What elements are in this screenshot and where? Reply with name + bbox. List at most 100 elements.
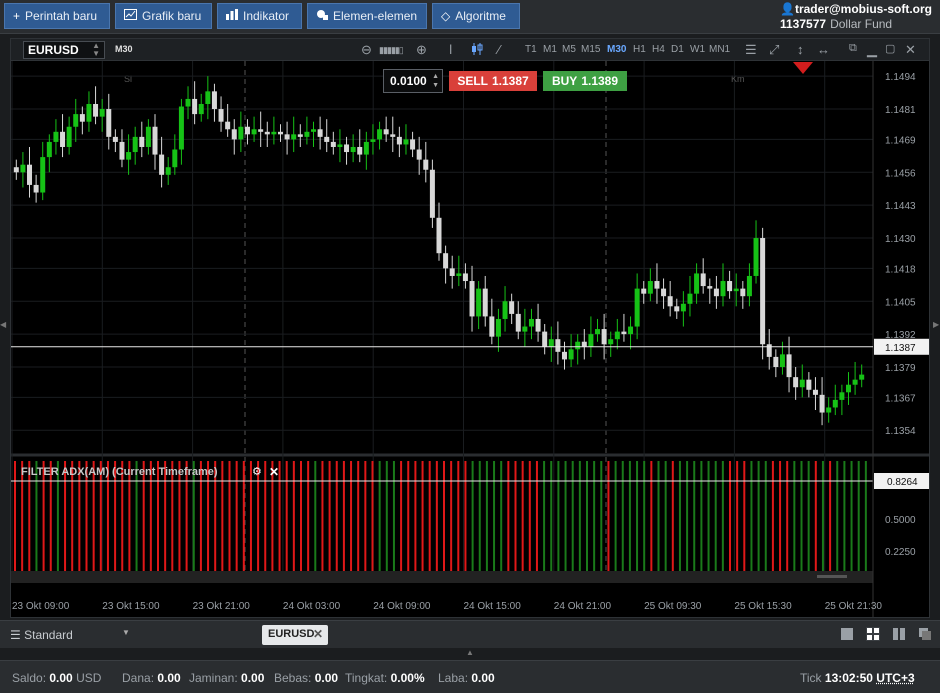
candle-body bbox=[773, 356, 779, 368]
candle-body bbox=[581, 341, 587, 347]
maximize-icon[interactable]: ▢ bbox=[885, 42, 895, 55]
new-chart-button[interactable]: Grafik baru bbox=[115, 3, 212, 29]
tf-h1[interactable]: H1 bbox=[633, 44, 646, 55]
bar-chart-icon[interactable]: ǀ bbox=[449, 42, 452, 57]
indicator-bar bbox=[14, 461, 16, 579]
candle-body bbox=[383, 129, 389, 135]
tab-label: EURUSD bbox=[268, 628, 315, 640]
indicator-bar bbox=[42, 461, 45, 579]
indicator-bar bbox=[214, 461, 217, 579]
candle-body bbox=[357, 146, 363, 155]
close-icon[interactable]: ✕ bbox=[905, 42, 916, 58]
tf-m15[interactable]: M15 bbox=[581, 44, 600, 55]
time-tick-label: 24 Okt 15:00 bbox=[464, 601, 522, 612]
indicator-bar bbox=[435, 461, 438, 579]
indicator-value-label: 0.8264 bbox=[887, 477, 918, 488]
indicator-bar bbox=[500, 461, 503, 579]
diamond-icon: ◇ bbox=[441, 9, 451, 23]
candle-body bbox=[799, 379, 805, 388]
indicator-bar bbox=[485, 461, 488, 579]
session-label: Km bbox=[731, 74, 745, 84]
candle-body bbox=[244, 126, 250, 135]
layout-grid-icon[interactable] bbox=[866, 627, 880, 641]
indicator-bar bbox=[564, 461, 567, 579]
layout-columns-icon[interactable] bbox=[892, 627, 906, 641]
tab-close-icon[interactable]: ✕ bbox=[313, 627, 323, 641]
candle-body bbox=[53, 131, 59, 142]
indicator-bar bbox=[300, 461, 302, 579]
indicator-bar bbox=[371, 461, 374, 579]
elements-button[interactable]: Elemen-elemen bbox=[307, 3, 427, 29]
layout-name: Standard bbox=[24, 628, 73, 642]
tf-m30[interactable]: M30 bbox=[607, 44, 626, 55]
candle-body bbox=[46, 141, 52, 158]
indicator-bar bbox=[857, 461, 860, 579]
tab-eurusd[interactable]: EURUSD ✕ bbox=[262, 625, 328, 645]
symbol-selector[interactable]: EURUSD ▲ ▼ bbox=[23, 41, 105, 59]
indicator-bar bbox=[514, 461, 517, 579]
indicator-bar bbox=[400, 461, 403, 579]
tf-h4[interactable]: H4 bbox=[652, 44, 665, 55]
candle-body bbox=[66, 126, 72, 147]
align-icon[interactable]: ☰ bbox=[745, 42, 757, 58]
price-tick-label: 1.1379 bbox=[885, 363, 916, 374]
layout-cascade-icon[interactable] bbox=[918, 627, 932, 641]
popout-icon[interactable]: ⧉ bbox=[849, 42, 857, 55]
zoom-out-icon[interactable]: ⊖ bbox=[361, 42, 372, 58]
indicator-bar bbox=[249, 461, 252, 579]
layout-single-icon[interactable] bbox=[840, 627, 854, 641]
candle-body bbox=[20, 164, 26, 173]
sell-button[interactable]: SELL 1.1387 bbox=[449, 71, 537, 91]
layout-selector[interactable]: ☰ Standard ▼ bbox=[10, 628, 130, 642]
buy-button[interactable]: BUY 1.1389 bbox=[543, 71, 627, 91]
line-chart-icon[interactable]: ⁄ bbox=[498, 42, 500, 57]
candle-chart-icon[interactable] bbox=[471, 42, 483, 59]
account-info[interactable]: 👤trader@mobius-soft.org 1137577 Dollar Fu… bbox=[780, 2, 932, 32]
indicator-bar bbox=[106, 461, 109, 579]
panel-toggle-icon[interactable]: ▲ bbox=[466, 648, 474, 657]
candle-body bbox=[674, 306, 680, 312]
tf-mn1[interactable]: MN1 bbox=[709, 44, 730, 55]
left-edge-arrow-icon[interactable]: ◀ bbox=[0, 320, 6, 329]
horizontal-resize-icon[interactable]: ↔ bbox=[817, 42, 830, 57]
indicator-bar bbox=[850, 461, 853, 579]
price-tick-label: 1.1481 bbox=[885, 105, 916, 116]
plus-icon: + bbox=[13, 9, 21, 23]
candle-body bbox=[509, 301, 515, 314]
minimize-icon[interactable]: ▁ bbox=[867, 42, 877, 58]
zoom-slider[interactable]: ▮▮▮▮▮▯ bbox=[379, 45, 404, 56]
candle-body bbox=[760, 238, 766, 345]
chart-plot[interactable]: Sl Km FILTER ADX(AM) (Current Timeframe) ⚙… bbox=[11, 61, 929, 617]
tf-d1[interactable]: D1 bbox=[671, 44, 684, 55]
candle-body bbox=[40, 157, 46, 193]
candle-body bbox=[324, 136, 330, 142]
candle-body bbox=[436, 217, 442, 254]
indicators-button[interactable]: Indikator bbox=[217, 3, 302, 29]
order-panel: 0.0100 ▲ ▼ SELL 1.1387 BUY 1.1389 bbox=[383, 69, 627, 93]
margin: Jaminan: 0.00 bbox=[189, 671, 265, 685]
lot-input[interactable]: 0.0100 ▲ ▼ bbox=[383, 69, 443, 93]
right-edge-arrow-icon[interactable]: ▶ bbox=[933, 320, 939, 329]
chart-icon bbox=[124, 9, 137, 23]
indicator-bar bbox=[92, 461, 95, 579]
price-tick-label: 1.1456 bbox=[885, 168, 916, 179]
vertical-resize-icon[interactable]: ↕ bbox=[797, 42, 804, 57]
indicator-bar bbox=[56, 461, 59, 579]
algorithm-button[interactable]: ◇ Algoritme bbox=[432, 3, 520, 29]
zoom-in-icon[interactable]: ⊕ bbox=[416, 42, 427, 58]
diagonal-arrows-icon[interactable]: ⤢ bbox=[769, 42, 779, 58]
candle-body bbox=[390, 134, 396, 137]
indicator-bar bbox=[786, 461, 789, 579]
candle-body bbox=[634, 288, 640, 327]
tf-m1[interactable]: M1 bbox=[543, 44, 557, 55]
lot-spinner-icon[interactable]: ▲ ▼ bbox=[432, 72, 439, 90]
indicator-bar bbox=[714, 461, 717, 579]
tf-t1[interactable]: T1 bbox=[525, 44, 537, 55]
indicator-bar bbox=[729, 461, 731, 579]
indicator-bar bbox=[85, 461, 88, 579]
indicator-bar bbox=[607, 461, 610, 579]
tf-m5[interactable]: M5 bbox=[562, 44, 576, 55]
elements-label: Elemen-elemen bbox=[333, 9, 418, 23]
tf-w1[interactable]: W1 bbox=[690, 44, 705, 55]
new-order-button[interactable]: + Perintah baru bbox=[4, 3, 110, 29]
